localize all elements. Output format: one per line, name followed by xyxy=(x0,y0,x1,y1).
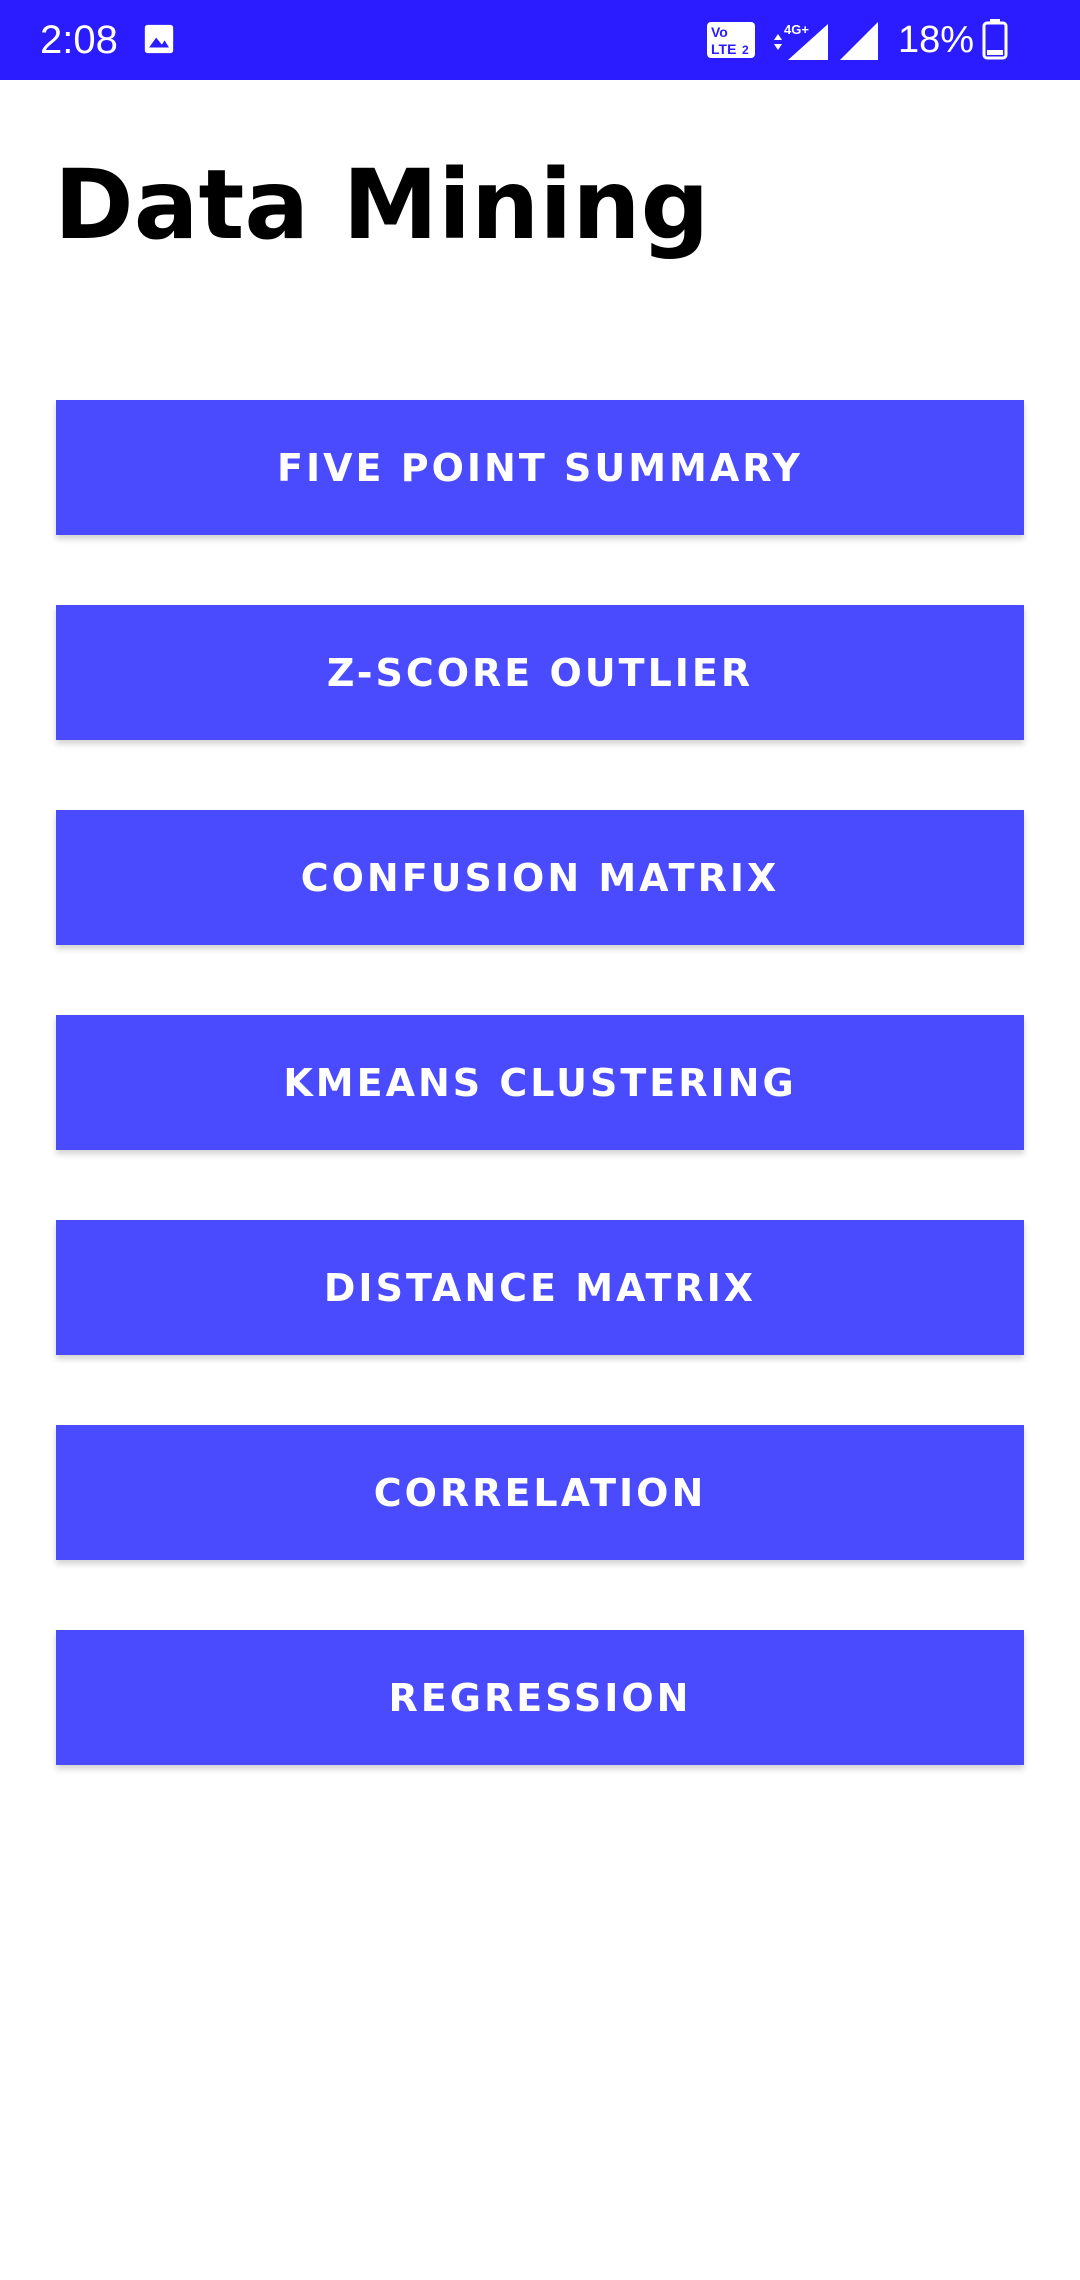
correlation-button[interactable]: CORRELATION xyxy=(56,1425,1024,1560)
signal-4g-icon: 4G+ xyxy=(774,22,828,60)
svg-text:4G+: 4G+ xyxy=(784,22,809,37)
five-point-summary-button[interactable]: FIVE POINT SUMMARY xyxy=(56,400,1024,535)
image-icon xyxy=(144,24,174,54)
confusion-matrix-button[interactable]: CONFUSION MATRIX xyxy=(56,810,1024,945)
z-score-outlier-button[interactable]: Z-SCORE OUTLIER xyxy=(56,605,1024,740)
battery-icon xyxy=(982,19,1008,60)
svg-text:LTE: LTE xyxy=(711,41,736,57)
regression-button[interactable]: REGRESSION xyxy=(56,1630,1024,1765)
status-bar: 2:08 Vo LTE 2 4G+ 18% xyxy=(0,0,1080,80)
status-time: 2:08 xyxy=(40,18,118,62)
battery-percent: 18% xyxy=(898,19,975,61)
menu-list: FIVE POINT SUMMARY Z-SCORE OUTLIER CONFU… xyxy=(56,400,1024,1835)
distance-matrix-button[interactable]: DISTANCE MATRIX xyxy=(56,1220,1024,1355)
volte-icon: Vo LTE 2 xyxy=(707,22,755,58)
page-title: Data Mining xyxy=(54,149,710,261)
svg-text:Vo: Vo xyxy=(711,24,728,40)
signal-icon xyxy=(840,22,878,60)
kmeans-clustering-button[interactable]: KMEANS CLUSTERING xyxy=(56,1015,1024,1150)
svg-text:2: 2 xyxy=(742,43,749,57)
